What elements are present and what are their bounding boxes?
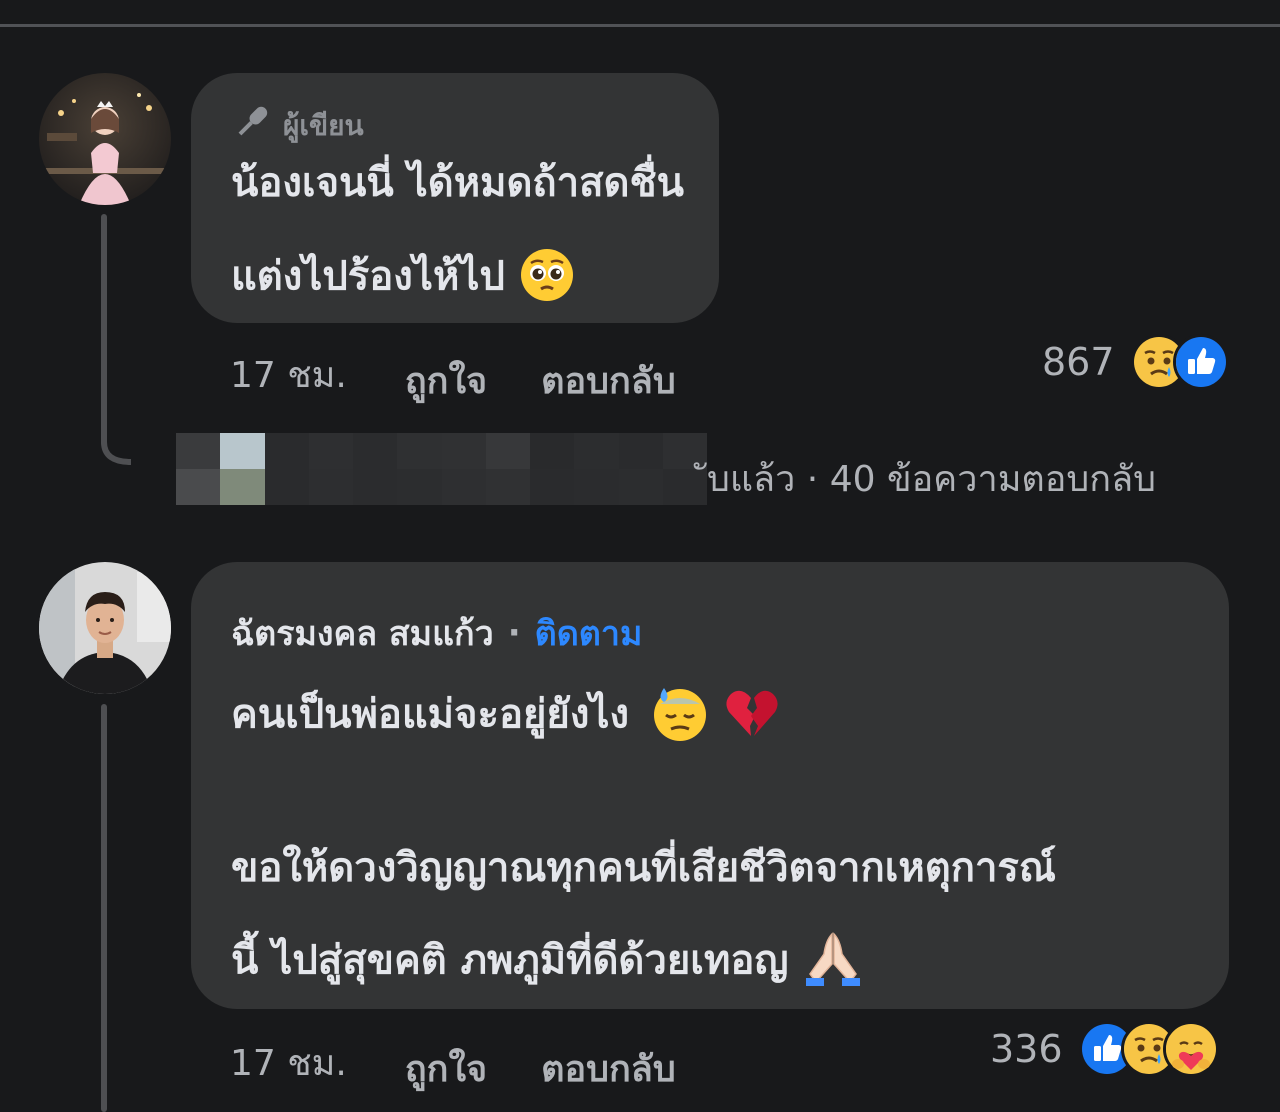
author-badge: ผู้เขียน xyxy=(231,101,364,150)
reaction-summary[interactable]: 867 xyxy=(1042,334,1229,390)
header-separator: · xyxy=(507,613,521,653)
censored-replier-avatars xyxy=(176,433,707,505)
comment-actions: 17 ชม. ถูกใจ ตอบกลับ xyxy=(230,1028,676,1097)
author-badge-label: ผู้เขียน xyxy=(283,108,364,142)
top-divider xyxy=(0,24,1280,27)
folded-hands-emoji xyxy=(802,930,864,995)
reaction-count: 867 xyxy=(1042,340,1115,384)
commenter-name[interactable]: ฉัตรมงคล สมแก้ว xyxy=(231,606,494,660)
thread-connector xyxy=(101,704,107,1112)
comment-text-line-1: น้องเจนนี่ ได้หมดถ้าสดชื่น xyxy=(231,160,684,206)
comments-panel: ผู้เขียน น้องเจนนี่ ได้หมดถ้าสดชื่น แต่ง… xyxy=(0,0,1280,1112)
replies-tail-text: ับแล้ว xyxy=(707,459,796,500)
reply-button[interactable]: ตอบกลับ xyxy=(541,1040,676,1097)
comment-text-line-2: แต่งไปร้องไห้ไป xyxy=(231,247,575,310)
reaction-count: 336 xyxy=(990,1027,1063,1071)
follow-button[interactable]: ติดตาม xyxy=(535,606,643,660)
reply-button[interactable]: ตอบกลับ xyxy=(541,352,676,409)
comment-bubble: ผู้เขียน น้องเจนนี่ ได้หมดถ้าสดชื่น แต่ง… xyxy=(191,73,719,323)
like-button[interactable]: ถูกใจ xyxy=(405,1040,487,1097)
microphone-icon xyxy=(231,101,273,150)
like-button[interactable]: ถูกใจ xyxy=(405,352,487,409)
downcast-sweat-face-emoji xyxy=(651,684,709,749)
replies-count: 40 ข้อความตอบกลับ xyxy=(829,459,1156,500)
comment-actions: 17 ชม. ถูกใจ ตอบกลับ xyxy=(230,340,676,409)
view-replies-link[interactable]: ับแล้ว · 40 ข้อความตอบกลับ xyxy=(707,450,1156,507)
comment-text-line-2: ขอให้ดวงวิญญาณทุกคนที่เสียชีวิตจากเหตุกา… xyxy=(231,845,1056,891)
reaction-summary[interactable]: 336 xyxy=(990,1021,1219,1077)
like-thumb-icon xyxy=(1172,334,1229,390)
comment-time[interactable]: 17 ชม. xyxy=(230,1034,347,1091)
author-avatar[interactable] xyxy=(39,73,171,205)
replies-separator: · xyxy=(806,459,819,500)
broken-heart-emoji xyxy=(723,684,781,749)
thread-curve xyxy=(101,420,132,465)
comment-text-line-3: นี้ ไปสู่สุขคติ ภพภูมิที่ดีด้วยเทอญ xyxy=(231,930,864,995)
comment-header: ฉัตรมงคล สมแก้ว · ติดตาม xyxy=(231,606,642,660)
pleading-face-emoji xyxy=(519,247,575,310)
thread-connector xyxy=(101,214,107,446)
commenter-avatar[interactable] xyxy=(39,562,171,694)
care-face-icon xyxy=(1162,1021,1219,1077)
comment-time[interactable]: 17 ชม. xyxy=(230,346,347,403)
comment-bubble: ฉัตรมงคล สมแก้ว · ติดตาม คนเป็นพ่อแม่จะอ… xyxy=(191,562,1229,1009)
comment-text-line-1: คนเป็นพ่อแม่จะอยู่ยังไง xyxy=(231,684,781,749)
